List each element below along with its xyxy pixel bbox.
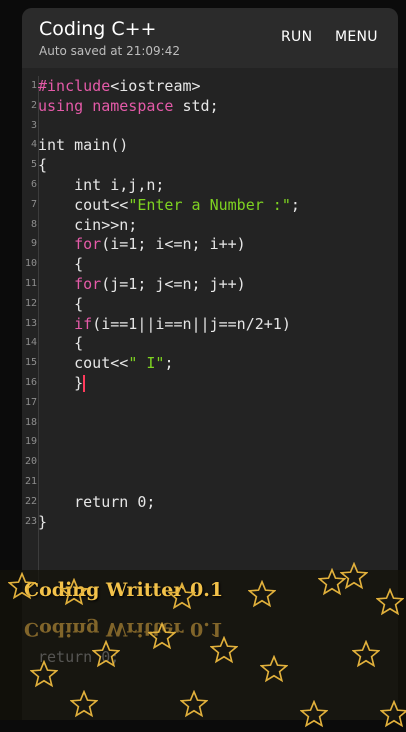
autosave-status: Auto saved at 21:09:42	[39, 44, 180, 58]
line-number: 6	[30, 179, 37, 190]
star-icon	[209, 635, 239, 664]
star-icon	[339, 561, 369, 590]
code-line[interactable]: 19	[22, 432, 398, 452]
code-line[interactable]: 3	[22, 116, 398, 136]
line-number: 13	[24, 317, 37, 329]
star-icon	[247, 579, 277, 608]
code-line[interactable]: 4 int main()	[22, 135, 398, 155]
code-line[interactable]: 21	[22, 472, 398, 492]
star-icon	[59, 577, 89, 606]
code-text: int i,j,n;	[38, 176, 165, 194]
star-icon	[29, 659, 59, 688]
star-icon	[167, 581, 197, 610]
star-icon	[375, 587, 405, 616]
code-line[interactable]: 8 cin>>n;	[22, 215, 398, 235]
app-bar: Coding C++ Auto saved at 21:09:42 RUN ME…	[22, 8, 398, 68]
code-text: }	[38, 374, 86, 392]
code-line[interactable]: 5{	[22, 155, 398, 175]
line-number: 8	[30, 218, 37, 230]
code-text: {	[38, 156, 48, 175]
star-icon	[147, 621, 177, 650]
code-text: cout<<"Enter a Number :";	[38, 195, 300, 214]
line-number: 21	[24, 476, 37, 487]
code-line[interactable]: 23}	[22, 512, 398, 532]
code-line[interactable]: 20	[22, 452, 398, 472]
code-text: for(i=1; i<=n; i++)	[74, 235, 246, 254]
code-text: cout<<" I";	[38, 354, 174, 373]
line-number: 17	[24, 396, 37, 408]
code-line[interactable]: 1 #include<iostream>	[22, 76, 398, 96]
line-number: 4	[30, 139, 37, 151]
line-number: 2	[30, 99, 37, 111]
code-line[interactable]: 16 }	[22, 373, 398, 393]
code-line[interactable]: 18	[22, 413, 398, 433]
text-cursor	[83, 375, 86, 392]
code-line[interactable]: 11 for(j=1; j<=n; j++)	[22, 274, 398, 294]
app-title: Coding C++	[39, 18, 157, 40]
line-number: 16	[24, 377, 37, 388]
code-text: {	[38, 294, 84, 313]
code-line[interactable]: 13 if(i==1||i==n||j==n/2+1)	[22, 314, 398, 334]
line-number: 12	[24, 297, 37, 309]
watermark-reflection: Coding Writter 0.1	[24, 618, 224, 640]
star-icon	[7, 571, 37, 600]
run-button[interactable]: RUN	[281, 29, 312, 45]
code-line[interactable]: 2 using namespace std;	[22, 96, 398, 116]
code-line[interactable]: 6 int i,j,n;	[22, 175, 398, 195]
line-number: 14	[24, 337, 37, 349]
code-line[interactable]: 10 {	[22, 254, 398, 274]
line-number: 23	[24, 515, 37, 527]
line-number: 22	[24, 495, 37, 507]
code-line[interactable]: 9 for(i=1; i<=n; i++)	[22, 234, 398, 254]
code-text: using namespace std;	[38, 96, 219, 115]
code-text: for(j=1; j<=n; j++)	[74, 275, 246, 293]
code-line[interactable]: 7 cout<<"Enter a Number :";	[22, 195, 398, 215]
line-number: 19	[24, 436, 37, 448]
line-number: 11	[24, 278, 37, 289]
line-number: 1	[30, 80, 37, 91]
line-number: 5	[30, 159, 37, 171]
code-line[interactable]: 22 return 0;	[22, 492, 398, 512]
line-number: 7	[30, 198, 37, 210]
star-icon	[91, 639, 121, 668]
menu-button[interactable]: MENU	[335, 29, 378, 45]
line-number: 3	[30, 119, 37, 131]
code-text: }	[38, 512, 48, 531]
line-number: 9	[30, 238, 37, 250]
star-icon	[179, 689, 209, 718]
code-line[interactable]: 12 {	[22, 294, 398, 314]
code-line[interactable]: 15 cout<<" I";	[22, 353, 398, 373]
star-icon	[351, 639, 381, 668]
code-text: return 0;	[38, 492, 156, 511]
line-number: 10	[24, 258, 37, 270]
code-text: cin>>n;	[38, 215, 138, 234]
star-icon	[259, 654, 289, 683]
line-number: 15	[24, 357, 37, 369]
code-text: {	[38, 255, 84, 274]
star-icon	[299, 699, 329, 728]
star-icon	[69, 689, 99, 718]
code-text: if(i==1||i==n||j==n/2+1)	[74, 314, 291, 333]
code-text: int main()	[38, 136, 129, 155]
star-icon	[379, 699, 406, 728]
code-line[interactable]: 17	[22, 393, 398, 413]
code-text: #include<iostream>	[38, 77, 201, 95]
line-number: 20	[24, 456, 37, 468]
line-number: 18	[24, 416, 37, 428]
code-line[interactable]: 14 {	[22, 333, 398, 353]
code-text: {	[38, 334, 84, 353]
